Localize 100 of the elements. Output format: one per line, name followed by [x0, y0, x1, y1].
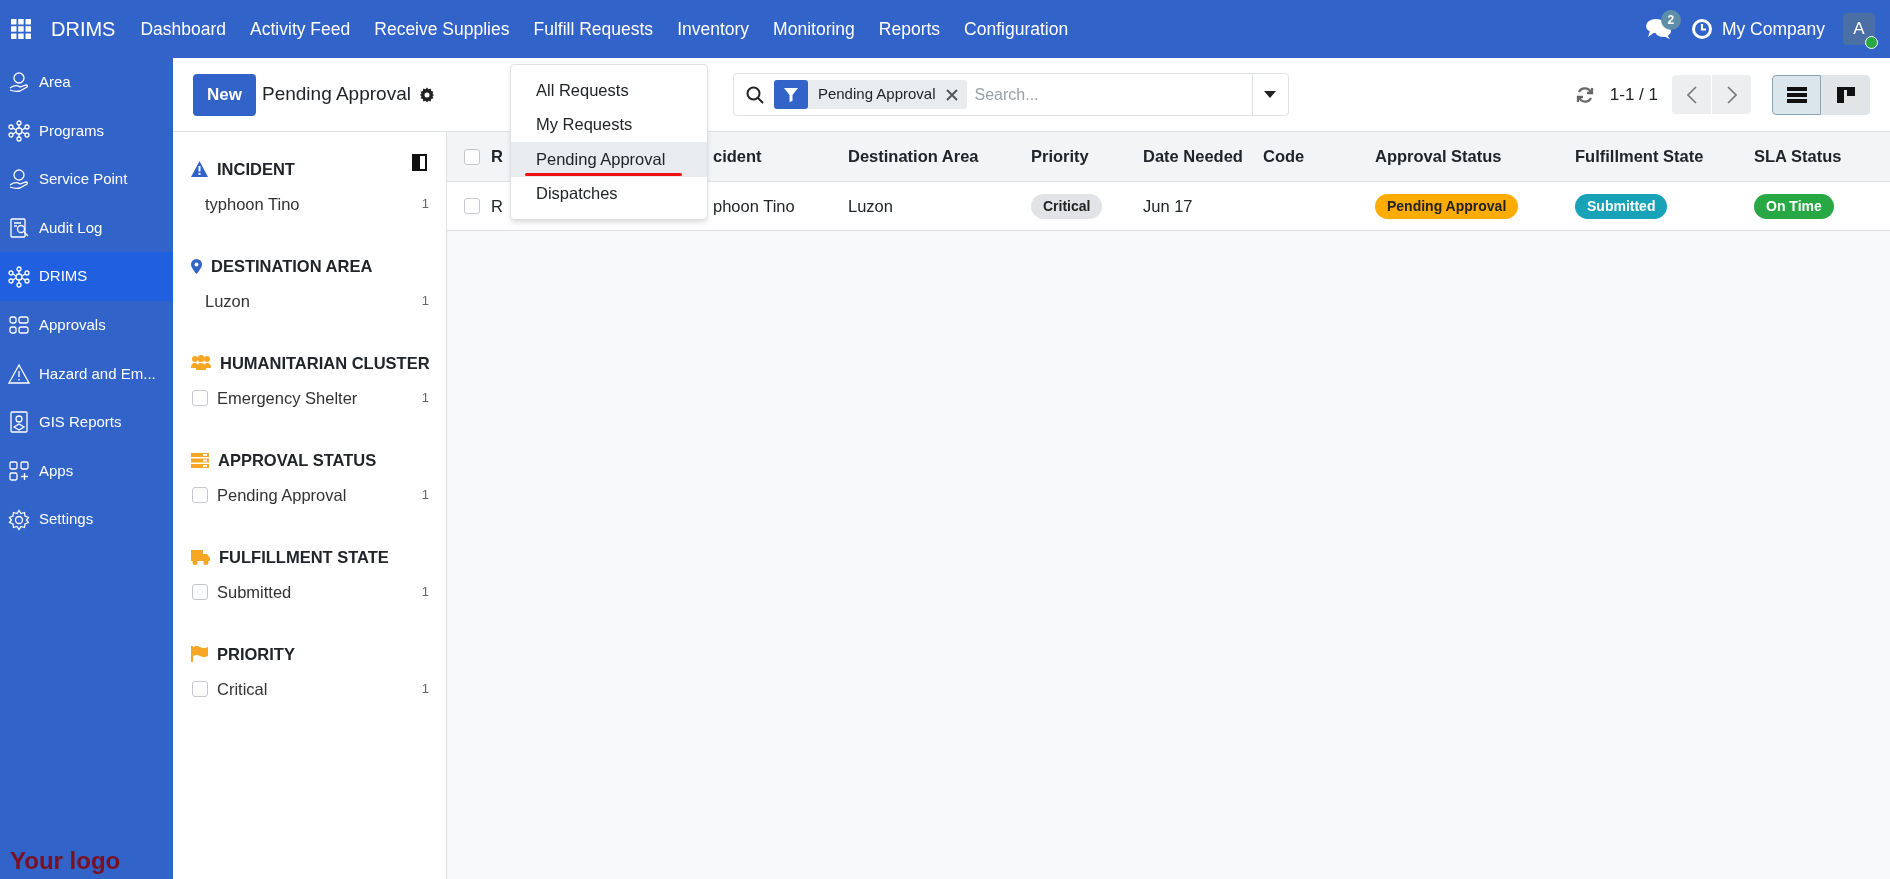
warning-icon — [191, 161, 208, 177]
sidebar-item[interactable]: Service Point — [0, 155, 173, 204]
column-header[interactable]: R — [491, 147, 503, 165]
sidebar-item[interactable]: DRIMS — [0, 252, 173, 301]
menu-item[interactable]: Fulfill Requests — [533, 15, 654, 43]
hand-person-icon — [8, 71, 30, 94]
user-avatar[interactable]: A — [1843, 13, 1875, 45]
column-header[interactable]: Approval Status — [1375, 147, 1502, 165]
count-label: 1 — [421, 680, 429, 699]
list-view-button[interactable] — [1772, 74, 1821, 115]
menu-item[interactable]: My Requests — [511, 107, 707, 142]
settings-icon — [8, 508, 30, 531]
count-label: 1 — [421, 583, 429, 602]
sidebar-item[interactable]: Hazard and Em... — [0, 349, 173, 399]
column-header[interactable]: Date Needed — [1143, 147, 1243, 165]
status-badge: On Time — [1754, 193, 1834, 219]
menu-item[interactable]: Activity Feed — [250, 15, 351, 43]
search-icon — [745, 85, 764, 104]
app-name[interactable]: DRIMS — [51, 14, 116, 44]
column-header[interactable]: Destination Area — [848, 147, 979, 165]
filter-option[interactable]: Luzon 1 — [173, 281, 446, 321]
sidebar-item[interactable]: Approvals — [0, 300, 173, 350]
table-cell: R — [491, 196, 503, 215]
status-badge: Submitted — [1575, 193, 1668, 219]
kanban-icon — [1836, 86, 1855, 103]
flag-icon — [191, 646, 208, 662]
menu-item[interactable]: Dashboard — [140, 15, 227, 43]
filter-option[interactable]: Critical 1 — [173, 669, 446, 709]
sidebar-item[interactable]: Programs — [0, 106, 173, 156]
filter-option[interactable]: typhoon Tino 1 — [173, 184, 446, 224]
menu-item[interactable]: Dispatches — [511, 176, 707, 211]
menu-item[interactable]: Monitoring — [773, 15, 855, 43]
truck-icon — [191, 549, 210, 565]
column-header[interactable]: cident — [713, 147, 762, 165]
checkbox[interactable] — [464, 148, 480, 165]
count-badge: 2 — [1660, 10, 1681, 30]
table-cell: phoon Tino — [713, 196, 795, 215]
chevron-left-icon — [1686, 85, 1697, 104]
caret-icon[interactable] — [1264, 91, 1277, 98]
filter-icon — [783, 87, 798, 102]
network-icon — [8, 119, 30, 142]
count-label: 1 — [421, 486, 429, 505]
kanban-view-button[interactable] — [1821, 74, 1870, 115]
menu-item[interactable]: Receive Supplies — [374, 15, 510, 43]
hand-person-icon — [8, 168, 30, 191]
company-name[interactable]: My Company — [1721, 15, 1825, 43]
filter-option[interactable]: Pending Approval 1 — [173, 475, 446, 515]
checkbox[interactable] — [192, 584, 208, 600]
apps-icon — [8, 460, 30, 483]
column-header[interactable]: Code — [1263, 147, 1305, 165]
count-label: 1 — [421, 195, 429, 214]
column-header[interactable]: Fulfillment State — [1575, 147, 1704, 165]
page-title: Pending Approval — [261, 82, 411, 107]
sidebar-item[interactable]: Audit Log — [0, 203, 173, 253]
section-heading: HUMANITARIAN CLUSTER — [220, 352, 430, 374]
document-search-icon — [8, 217, 30, 240]
panel-toggle-icon[interactable] — [412, 154, 427, 171]
table-cell: Jun 17 — [1143, 196, 1193, 215]
network-icon — [8, 265, 30, 288]
section-heading: APPROVAL STATUS — [218, 449, 377, 471]
search-field[interactable]: Pending Approval Search... — [732, 73, 1289, 116]
online-status-icon — [1865, 36, 1878, 49]
new-button[interactable]: New — [193, 73, 256, 116]
close-icon[interactable] — [945, 88, 958, 101]
sidebar-item[interactable]: GIS Reports — [0, 398, 173, 447]
sidebar-item[interactable]: Area — [0, 58, 173, 107]
count-label: 1 — [421, 389, 429, 408]
filter-option[interactable]: Emergency Shelter 1 — [173, 378, 446, 418]
menu-item[interactable]: All Requests — [511, 73, 707, 108]
section-heading: FULFILLMENT STATE — [219, 546, 389, 568]
checkbox[interactable] — [192, 390, 208, 406]
count-label: 1 — [421, 292, 429, 311]
checkbox[interactable] — [192, 487, 208, 503]
filter-facet[interactable]: Pending Approval — [773, 80, 967, 109]
checkbox[interactable] — [192, 681, 208, 697]
status-badge: Critical — [1031, 193, 1103, 219]
map-document-icon — [8, 411, 30, 434]
settings-icon[interactable] — [418, 86, 435, 103]
section-heading: DESTINATION AREA — [211, 255, 373, 277]
sidebar-item[interactable]: Settings — [0, 495, 173, 544]
column-header[interactable]: SLA Status — [1754, 147, 1842, 165]
filter-option[interactable]: Submitted 1 — [173, 572, 446, 612]
menu-item[interactable]: Configuration — [964, 15, 1069, 43]
people-icon — [191, 355, 211, 371]
chevron-right-icon — [1726, 85, 1737, 104]
menu-item[interactable]: Inventory — [677, 15, 750, 43]
menu-item[interactable]: Pending Approval — [511, 142, 707, 177]
checkbox[interactable] — [464, 198, 480, 214]
column-header[interactable]: Priority — [1031, 147, 1089, 165]
table-cell: Luzon — [848, 196, 893, 215]
stacked-bars-icon — [191, 452, 209, 468]
section-heading: PRIORITY — [217, 643, 295, 665]
grid-icon — [8, 314, 30, 337]
refresh-icon[interactable] — [1575, 85, 1594, 104]
list-icon — [1786, 86, 1807, 103]
status-badge: Pending Approval — [1375, 193, 1519, 219]
sidebar-item[interactable]: Apps — [0, 446, 173, 496]
app-grid-icon[interactable] — [11, 19, 31, 39]
menu-item[interactable]: Reports — [878, 15, 941, 43]
clock-icon[interactable] — [1691, 19, 1712, 39]
